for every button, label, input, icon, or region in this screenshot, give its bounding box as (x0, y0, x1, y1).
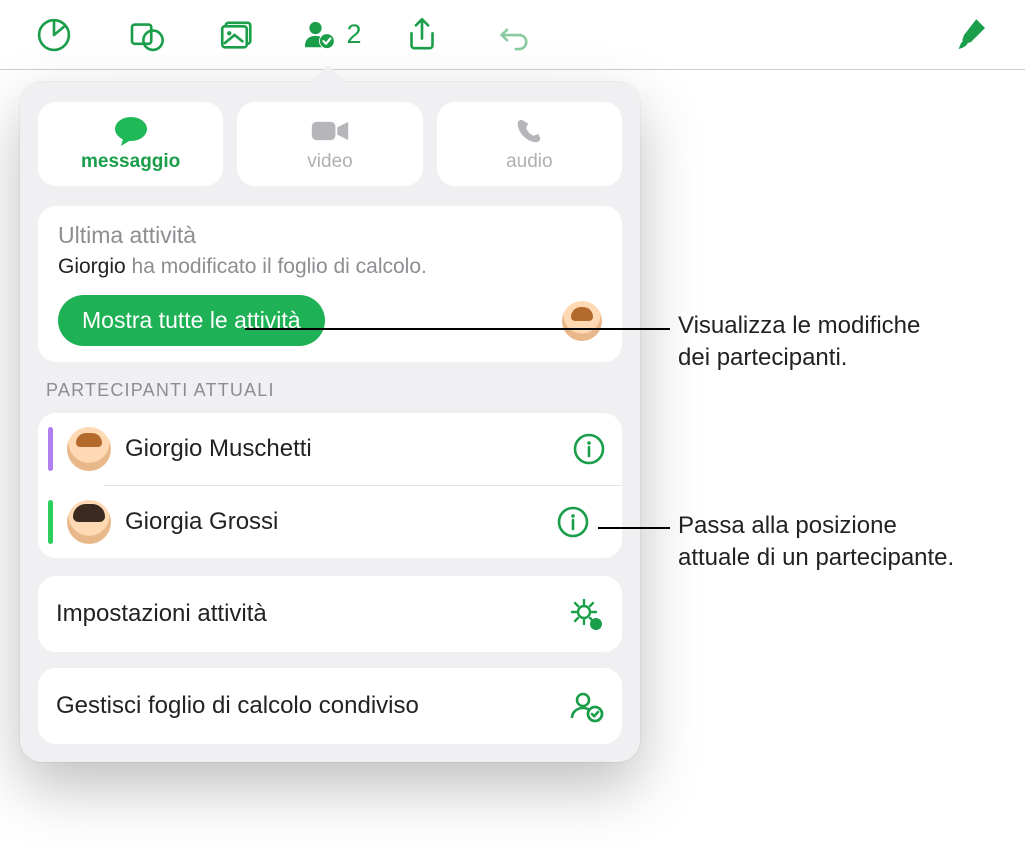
callout-connector (245, 328, 670, 330)
activity-rest: ha modificato il foglio di calcolo. (126, 255, 427, 278)
collab-count: 2 (346, 19, 361, 50)
last-activity-text: Giorgio ha modificato il foglio di calco… (58, 255, 602, 279)
phone-icon (509, 115, 549, 147)
audio-button[interactable]: audio (437, 102, 622, 186)
undo-icon[interactable] (468, 0, 560, 70)
callout-connector (598, 527, 670, 529)
participants-list: Giorgio Muschetti Giorgia Grossi (38, 413, 622, 558)
callout-line1: Visualizza le modifiche (678, 312, 920, 339)
callout-text: Passa alla posizione attuale di un parte… (678, 510, 954, 575)
participant-color-bar (48, 500, 53, 544)
activity-settings-label: Impostazioni attività (56, 600, 554, 628)
info-icon[interactable] (556, 505, 590, 539)
participants-header: PARTECIPANTI ATTUALI (46, 380, 614, 401)
activity-user: Giorgio (58, 255, 126, 278)
participant-row[interactable]: Giorgia Grossi (104, 485, 622, 558)
show-all-activity-button[interactable]: Mostra tutte le attività (58, 295, 325, 346)
manage-shared-label: Gestisci foglio di calcolo condiviso (56, 692, 554, 720)
callout-line2: attuale di un partecipante. (678, 544, 954, 571)
manage-shared-row[interactable]: Gestisci foglio di calcolo condiviso (38, 668, 622, 744)
toolbar: 2 (0, 0, 1025, 70)
chart-icon[interactable] (8, 0, 100, 70)
video-icon (310, 115, 350, 147)
video-label: video (307, 151, 352, 173)
last-activity-card: Ultima attività Giorgio ha modificato il… (38, 206, 622, 362)
audio-label: audio (506, 151, 553, 173)
participant-name: Giorgia Grossi (125, 508, 542, 536)
communication-row: messaggio video audio (38, 102, 622, 186)
message-icon (111, 115, 151, 147)
message-label: messaggio (81, 151, 180, 173)
participant-name: Giorgio Muschetti (125, 435, 558, 463)
callout-line2: dei partecipanti. (678, 344, 847, 371)
participant-color-bar (48, 427, 53, 471)
collaboration-icon[interactable]: 2 (284, 0, 376, 70)
callout-line1: Passa alla posizione (678, 512, 897, 539)
activity-settings-row[interactable]: Impostazioni attività (38, 576, 622, 652)
media-icon[interactable] (192, 0, 284, 70)
info-icon[interactable] (572, 432, 606, 466)
shapes-icon[interactable] (100, 0, 192, 70)
collaboration-popover: messaggio video audio Ultima attività Gi… (20, 82, 640, 762)
person-check-icon (568, 688, 604, 724)
activity-avatar (562, 301, 602, 341)
participant-row[interactable]: Giorgio Muschetti (38, 413, 622, 485)
format-brush-icon[interactable] (925, 0, 1017, 70)
message-button[interactable]: messaggio (38, 102, 223, 186)
share-icon[interactable] (376, 0, 468, 70)
video-button[interactable]: video (237, 102, 422, 186)
participant-avatar (67, 500, 111, 544)
last-activity-title: Ultima attività (58, 222, 602, 249)
gear-badge-icon (568, 596, 604, 632)
participant-avatar (67, 427, 111, 471)
callout-text: Visualizza le modifiche dei partecipanti… (678, 310, 920, 375)
